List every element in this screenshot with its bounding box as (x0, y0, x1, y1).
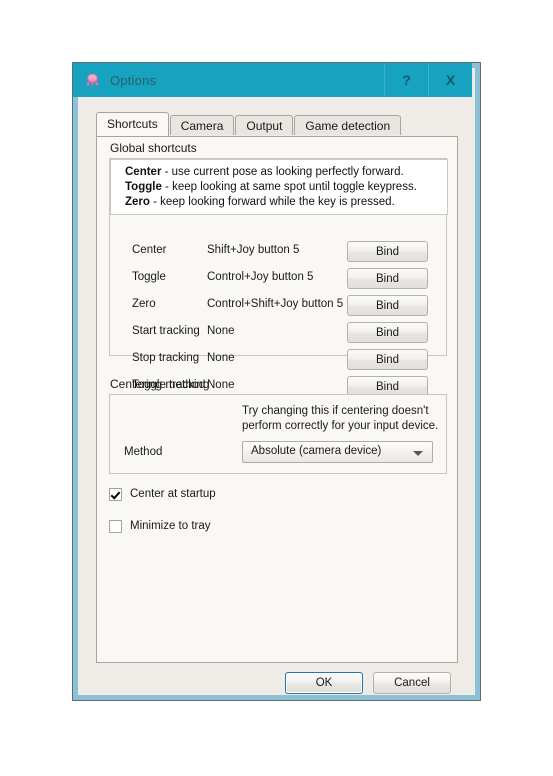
method-hint-line-1: Try changing this if centering doesn't (242, 405, 429, 417)
shortcut-value-toggle: Control+Joy button 5 (207, 271, 314, 283)
shortcut-value-stop-tracking: None (207, 352, 235, 364)
global-shortcuts-group: Center - use current pose as looking per… (109, 158, 448, 397)
method-dropdown[interactable]: Absolute (camera device) (242, 441, 433, 463)
description-text-center: - use current pose as looking perfectly … (161, 166, 404, 178)
method-hint-line-2: perform correctly for your input device. (242, 420, 439, 432)
close-button[interactable]: X (428, 63, 472, 97)
opentrack-octopus-icon (84, 72, 101, 89)
description-line-zero: Zero - keep looking forward while the ke… (125, 196, 395, 208)
bind-button-toggle[interactable]: Bind (347, 268, 428, 289)
cancel-button[interactable]: Cancel (373, 672, 451, 694)
tab-camera[interactable]: Camera (169, 115, 235, 135)
tab-shortcuts[interactable]: Shortcuts (96, 112, 169, 136)
bind-button-center[interactable]: Bind (347, 241, 428, 262)
tab-strip: Shortcuts Camera Output Game detection (96, 112, 402, 136)
shortcut-label-toggle: Toggle (132, 271, 166, 283)
description-term-toggle: Toggle (125, 181, 162, 193)
checkbox-center-at-startup-label: Center at startup (130, 488, 216, 500)
shortcut-row-toggle: Toggle Control+Joy button 5 Bind (110, 268, 448, 290)
shortcut-label-zero: Zero (132, 298, 156, 310)
checkbox-minimize-to-tray[interactable]: Minimize to tray (109, 518, 211, 534)
shortcut-row-zero: Zero Control+Shift+Joy button 5 Bind (110, 295, 448, 317)
options-dialog-window: Options ? X Shortcuts Camera Output Game… (72, 62, 481, 701)
chevron-down-icon (413, 451, 423, 456)
shortcut-value-zero: Control+Shift+Joy button 5 (207, 298, 344, 310)
shortcut-row-center: Center Shift+Joy button 5 Bind (110, 241, 448, 263)
shortcut-row-start-tracking: Start tracking None Bind (110, 322, 448, 344)
global-shortcuts-group-title: Global shortcuts (110, 141, 197, 155)
shortcut-label-stop-tracking: Stop tracking (132, 352, 200, 364)
tab-output[interactable]: Output (235, 115, 294, 135)
shortcuts-description-box: Center - use current pose as looking per… (110, 159, 448, 215)
shortcut-label-center: Center (132, 244, 167, 256)
bind-button-zero[interactable]: Bind (347, 295, 428, 316)
shortcut-value-start-tracking: None (207, 325, 235, 337)
shortcut-value-center: Shift+Joy button 5 (207, 244, 300, 256)
checkbox-center-at-startup-box[interactable] (109, 487, 122, 501)
centering-method-group-title: Centering method (110, 377, 206, 391)
bind-button-stop-tracking[interactable]: Bind (347, 349, 428, 370)
description-text-zero: - keep looking forward while the key is … (149, 196, 395, 208)
shortcut-label-start-tracking: Start tracking (132, 325, 200, 337)
dialog-body: Options ? X Shortcuts Camera Output Game… (73, 63, 475, 695)
method-label: Method (124, 446, 163, 458)
tab-panel-shortcuts: Global shortcuts Center - use current po… (96, 136, 458, 663)
help-button[interactable]: ? (384, 63, 428, 97)
description-term-center: Center (125, 166, 162, 178)
centering-method-group: Try changing this if centering doesn't p… (109, 394, 447, 474)
tab-game-detection[interactable]: Game detection (294, 115, 402, 135)
description-line-toggle: Toggle - keep looking at same spot until… (125, 181, 417, 193)
ok-button[interactable]: OK (285, 672, 363, 694)
description-term-zero: Zero (125, 196, 150, 208)
description-text-toggle: - keep looking at same spot until toggle… (161, 181, 417, 193)
checkbox-center-at-startup[interactable]: Center at startup (109, 486, 216, 502)
method-dropdown-value: Absolute (camera device) (251, 445, 382, 457)
description-line-center: Center - use current pose as looking per… (125, 166, 404, 178)
checkbox-minimize-to-tray-label: Minimize to tray (130, 520, 211, 532)
title-bar: Options ? X (73, 63, 472, 97)
shortcut-row-stop-tracking: Stop tracking None Bind (110, 349, 448, 371)
window-title: Options (110, 72, 157, 88)
checkbox-minimize-to-tray-box[interactable] (109, 519, 122, 533)
shortcut-value-toggle-tracking: None (207, 379, 235, 391)
bind-button-start-tracking[interactable]: Bind (347, 322, 428, 343)
